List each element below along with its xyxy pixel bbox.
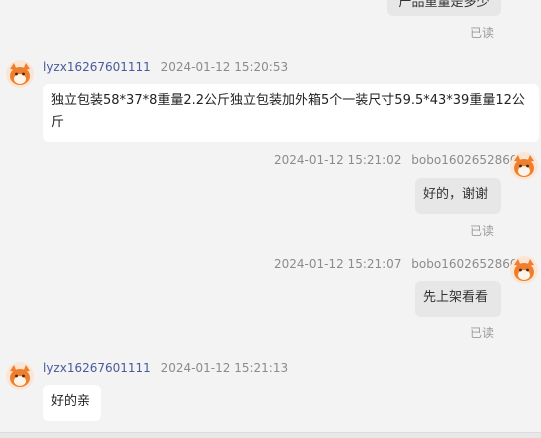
- message-bubble-incoming: 独立包装58*37*8重量2.2公斤独立包装加外箱5个一装尺寸59.5*43*3…: [43, 84, 539, 142]
- message-meta: lyzx16267601111 2024-01-12 15:21:13: [43, 360, 288, 376]
- orange-fox-avatar-icon: [510, 152, 538, 180]
- avatar[interactable]: [6, 60, 34, 88]
- avatar[interactable]: [510, 152, 538, 180]
- sender-name[interactable]: bobo1602652860: [411, 153, 517, 167]
- orange-fox-avatar-icon: [6, 362, 34, 390]
- avatar[interactable]: [510, 256, 538, 284]
- read-receipt: 已读: [470, 224, 495, 238]
- message-bubble-incoming: 好的亲: [43, 385, 101, 421]
- message-bubble-outgoing: 产品重量是多少: [387, 0, 501, 16]
- timestamp: 2024-01-12 15:21:07: [274, 257, 402, 271]
- timestamp: 2024-01-12 15:21:13: [160, 361, 289, 375]
- message-meta: 2024-01-12 15:21:07 bobo1602652860: [274, 256, 518, 272]
- message-bubble-outgoing: 好的，谢谢: [415, 178, 501, 214]
- message-text: 好的亲: [51, 394, 91, 409]
- read-receipt: 已读: [470, 326, 495, 340]
- input-area-edge: [0, 432, 541, 438]
- message-meta: 2024-01-12 15:21:02 bobo1602652860: [274, 152, 518, 168]
- timestamp: 2024-01-12 15:21:02: [274, 153, 402, 167]
- timestamp: 2024-01-12 15:20:53: [160, 60, 289, 74]
- chat-message-list[interactable]: 产品重量是多少 已读 lyzx16267601111 2024-01-12 15…: [0, 0, 541, 438]
- orange-fox-avatar-icon: [510, 256, 538, 284]
- message-text: 好的，谢谢: [423, 187, 489, 202]
- sender-name[interactable]: bobo1602652860: [411, 257, 517, 271]
- message-text-line-2: 斤: [51, 115, 65, 130]
- message-text: 产品重量是多少: [398, 0, 490, 10]
- orange-fox-avatar-icon: [6, 60, 34, 88]
- sender-name[interactable]: lyzx16267601111: [43, 60, 151, 74]
- message-text: 先上架看看: [423, 290, 489, 305]
- message-meta: lyzx16267601111 2024-01-12 15:20:53: [43, 59, 288, 75]
- message-text-line-1: 独立包装58*37*8重量2.2公斤独立包装加外箱5个一装尺寸59.5*43*3…: [51, 93, 525, 108]
- sender-name[interactable]: lyzx16267601111: [43, 361, 151, 375]
- read-receipt: 已读: [470, 26, 495, 40]
- avatar[interactable]: [6, 362, 34, 390]
- message-bubble-outgoing: 先上架看看: [415, 281, 501, 317]
